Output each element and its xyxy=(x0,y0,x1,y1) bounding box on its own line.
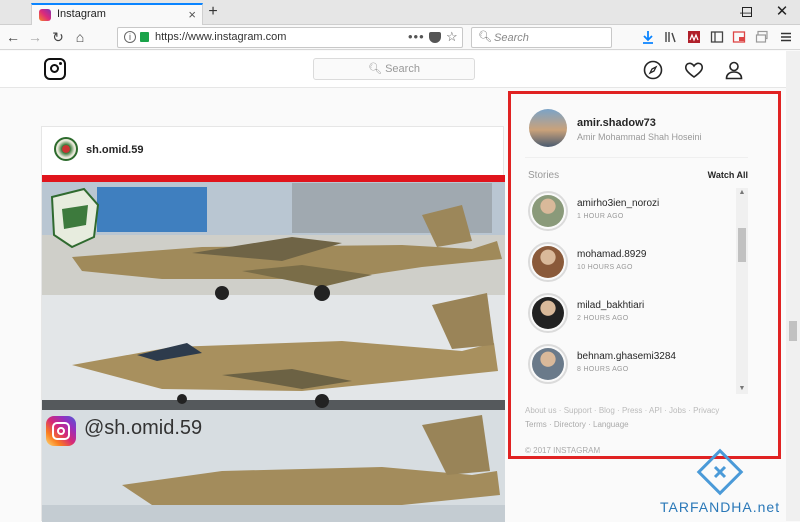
search-icon: 🔍︎ xyxy=(478,31,492,43)
tab-bar: Instagram × + — ✕ xyxy=(0,0,800,25)
page-actions-icon[interactable]: ••• xyxy=(408,29,425,44)
post-author-username[interactable]: sh.omid.59 xyxy=(86,144,143,156)
story-time: 8 HOURS AGO xyxy=(577,366,629,373)
current-user-username[interactable]: amir.shadow73 xyxy=(577,117,656,129)
instagram-header: 🔍︎ Search xyxy=(0,51,786,88)
lock-icon xyxy=(140,32,149,42)
close-tab-icon[interactable]: × xyxy=(188,7,196,22)
story-avatar-image xyxy=(532,195,564,227)
forward-button[interactable]: → xyxy=(25,27,45,47)
current-user-fullname: Amir Mohammad Shah Hoseini xyxy=(577,132,702,142)
sidebar-icon[interactable] xyxy=(710,30,724,44)
download-icon[interactable] xyxy=(641,30,655,44)
extension-icon[interactable] xyxy=(687,30,701,44)
footer-copyright: © 2017 INSTAGRAM xyxy=(525,446,601,455)
story-item[interactable]: amirho3ien_norozi 1 HOUR AGO xyxy=(525,188,737,238)
pocket-icon[interactable] xyxy=(429,32,441,43)
post-author-avatar[interactable] xyxy=(54,137,78,161)
sidebar-panel: amir.shadow73 Amir Mohammad Shah Hoseini… xyxy=(508,91,781,459)
story-username: mohamad.8929 xyxy=(577,249,647,260)
web-page: 🔍︎ Search sh.omid.59 @sh.omid.59 amir.sh… xyxy=(0,51,800,522)
scroll-up-icon[interactable]: ▲ xyxy=(736,188,748,198)
tab-title: Instagram xyxy=(57,8,106,20)
story-avatar-image xyxy=(532,297,564,329)
story-time: 1 HOUR AGO xyxy=(577,213,624,220)
stories-heading: Stories xyxy=(528,170,560,181)
watermark-handle: @sh.omid.59 xyxy=(84,417,203,439)
instagram-glyph-icon xyxy=(46,416,76,446)
page-scrollbar-thumb[interactable] xyxy=(789,321,797,341)
story-item[interactable]: behnam.ghasemi3284 8 HOURS AGO xyxy=(525,341,737,391)
post-image[interactable]: @sh.omid.59 xyxy=(42,175,505,522)
brand-name: TARFANDHA.net xyxy=(660,499,781,515)
feed-post: sh.omid.59 @sh.omid.59 xyxy=(41,126,505,522)
story-time: 2 HOURS AGO xyxy=(577,315,629,322)
story-avatar[interactable] xyxy=(528,191,568,231)
story-avatar-image xyxy=(532,348,564,380)
explore-compass-icon[interactable] xyxy=(643,60,663,80)
footer-links[interactable]: About us · Support · Blog · Press · API … xyxy=(525,406,719,415)
stories-scrollbar[interactable]: ▲ ▼ xyxy=(736,188,748,394)
bookmark-star-icon[interactable]: ☆ xyxy=(446,29,458,45)
story-avatar-image xyxy=(532,246,564,278)
new-tab-button[interactable]: + xyxy=(204,2,222,22)
instagram-search-placeholder: 🔍︎ Search xyxy=(368,63,420,75)
library-icon[interactable] xyxy=(664,30,678,44)
story-item[interactable]: mohamad.8929 10 HOURS AGO xyxy=(525,239,737,289)
info-icon[interactable]: i xyxy=(124,31,136,43)
scroll-down-icon[interactable]: ▼ xyxy=(736,384,748,394)
story-avatar[interactable] xyxy=(528,293,568,333)
story-item[interactable]: milad_bakhtiari 2 HOURS AGO xyxy=(525,290,737,340)
story-avatar[interactable] xyxy=(528,344,568,384)
address-bar[interactable]: i https://www.instagram.com ••• ☆ xyxy=(117,27,463,48)
windows-icon[interactable] xyxy=(755,30,769,44)
instagram-favicon-icon xyxy=(39,9,51,21)
story-username: behnam.ghasemi3284 xyxy=(577,351,676,362)
story-username: amirho3ien_norozi xyxy=(577,198,660,209)
activity-heart-icon[interactable] xyxy=(684,60,704,80)
brand-logo-icon xyxy=(696,448,744,496)
watch-all-button[interactable]: Watch All xyxy=(708,170,748,180)
story-time: 10 HOURS AGO xyxy=(577,264,633,271)
maximize-button[interactable] xyxy=(742,7,752,17)
screenshot-icon[interactable] xyxy=(732,30,746,44)
story-avatar[interactable] xyxy=(528,242,568,282)
menu-icon[interactable] xyxy=(779,30,793,44)
scrollbar-thumb[interactable] xyxy=(738,228,746,262)
instagram-search-input[interactable]: 🔍︎ Search xyxy=(313,58,475,80)
home-button[interactable]: ⌂ xyxy=(70,27,90,47)
close-window-button[interactable]: ✕ xyxy=(772,2,792,22)
stories-section: Stories Watch All amirho3ien_norozi 1 HO… xyxy=(525,157,748,447)
browser-search-input[interactable]: 🔍︎ Search xyxy=(471,27,612,48)
profile-user-icon[interactable] xyxy=(724,60,744,80)
post-watermark: @sh.omid.59 xyxy=(46,411,246,451)
reload-button[interactable]: ↻ xyxy=(48,27,68,47)
navigation-bar: ← → ↻ ⌂ i https://www.instagram.com ••• … xyxy=(0,25,800,50)
back-button[interactable]: ← xyxy=(3,27,23,47)
browser-tab[interactable]: Instagram × xyxy=(31,3,203,25)
post-header: sh.omid.59 xyxy=(42,127,505,175)
current-user-avatar[interactable] xyxy=(529,109,567,147)
search-placeholder: Search xyxy=(494,32,529,44)
footer-links-secondary[interactable]: Terms · Directory · Language xyxy=(525,420,629,429)
fighter-jets-photo xyxy=(42,175,505,522)
instagram-logo-icon[interactable] xyxy=(44,58,66,80)
url-text[interactable]: https://www.instagram.com xyxy=(155,31,286,43)
brand-watermark: TARFANDHA.net xyxy=(660,447,790,517)
story-username: milad_bakhtiari xyxy=(577,300,645,311)
